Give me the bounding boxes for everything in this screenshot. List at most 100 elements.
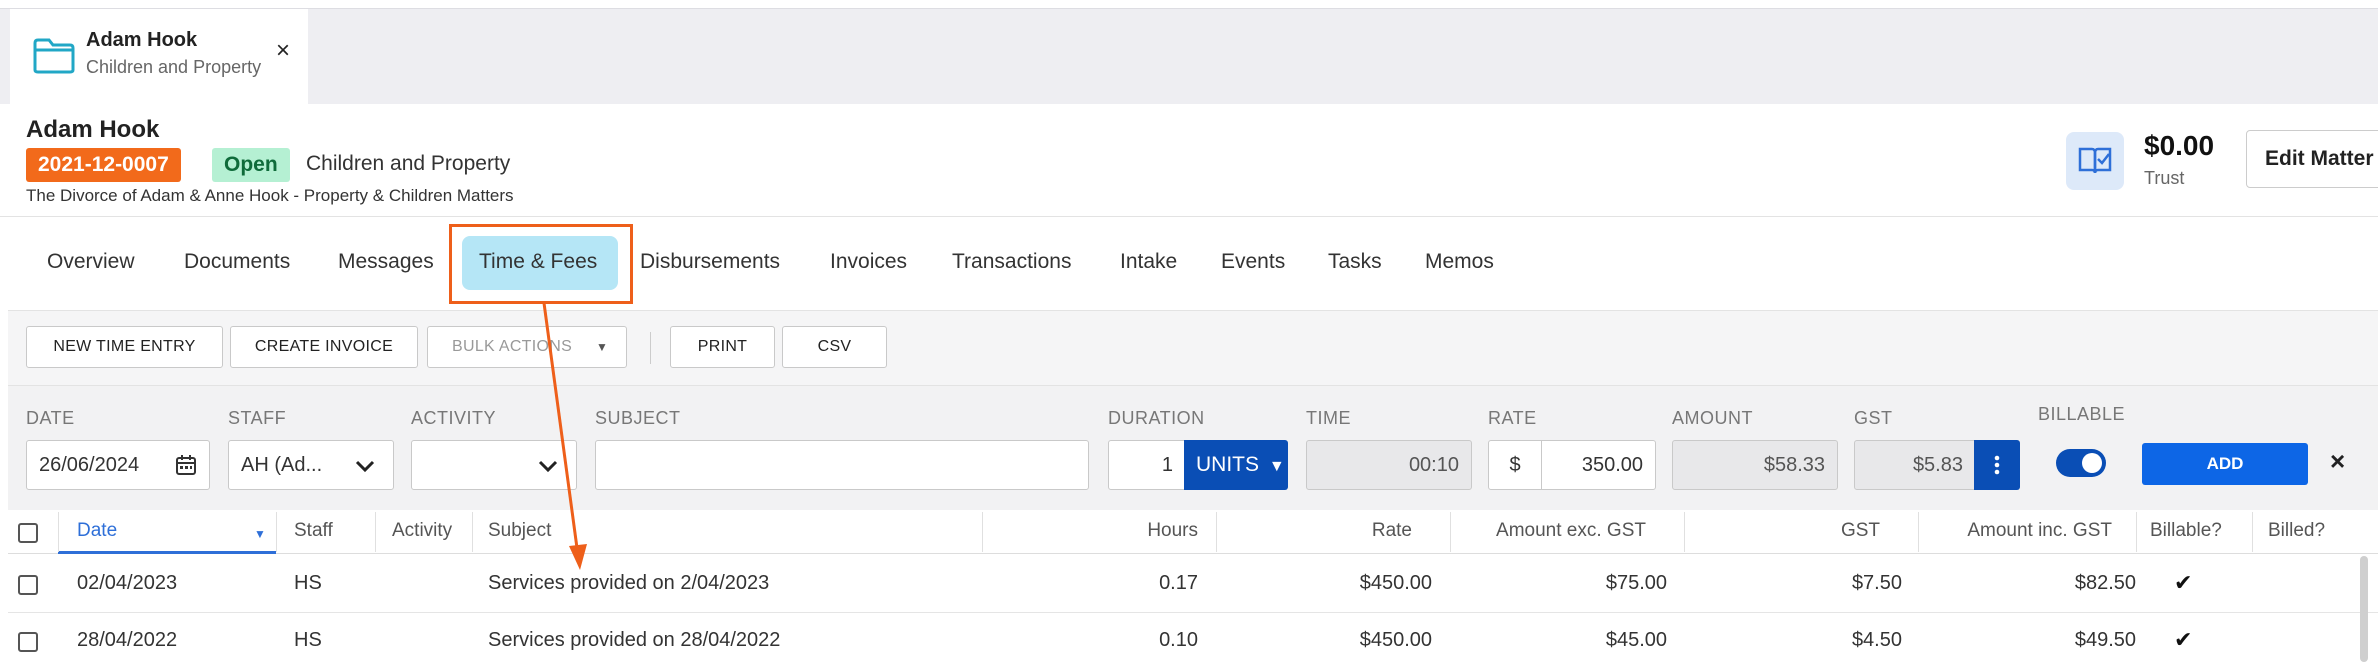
bulk-actions-button[interactable]: BULK ACTIONS ▼ bbox=[427, 326, 627, 368]
csv-button[interactable]: CSV bbox=[782, 326, 887, 368]
time-input[interactable]: 00:10 bbox=[1306, 440, 1472, 490]
row-subject: Services provided on 28/04/2022 bbox=[488, 629, 781, 651]
staff-select[interactable]: AH (Ad... bbox=[228, 440, 394, 490]
checkmark-icon: ✔ bbox=[2174, 570, 2193, 595]
header-divider bbox=[0, 216, 2378, 217]
billable-label: BILLABLE bbox=[2038, 404, 2126, 424]
gst-input: $5.83 bbox=[1854, 440, 1976, 490]
column-separator bbox=[1684, 512, 1685, 552]
caret-down-icon: ▼ bbox=[1268, 458, 1285, 475]
subject-label: SUBJECT bbox=[595, 408, 681, 428]
tab-disbursements[interactable]: Disbursements bbox=[640, 250, 780, 274]
column-separator bbox=[1216, 512, 1217, 552]
column-activity[interactable]: Activity bbox=[392, 520, 452, 542]
row-hours: 0.17 bbox=[1159, 572, 1198, 594]
row-checkbox[interactable] bbox=[18, 575, 38, 595]
close-icon[interactable]: × bbox=[276, 39, 290, 63]
column-hours[interactable]: Hours bbox=[1050, 520, 1198, 542]
row-gst: $7.50 bbox=[1851, 572, 1902, 594]
column-billed[interactable]: Billed? bbox=[2268, 520, 2325, 542]
caret-down-icon: ▼ bbox=[596, 340, 609, 354]
subject-input[interactable] bbox=[595, 440, 1089, 490]
trust-balance: $0.00 bbox=[2144, 130, 2215, 161]
tab-subtitle: Children and Property bbox=[86, 57, 262, 77]
tab-tasks[interactable]: Tasks bbox=[1328, 250, 1382, 274]
column-separator bbox=[2252, 512, 2253, 552]
edit-matter-button[interactable]: Edit Matter bbox=[2246, 130, 2378, 188]
row-hours: 0.10 bbox=[1159, 629, 1198, 651]
create-invoice-button[interactable]: CREATE INVOICE bbox=[230, 326, 418, 368]
row-amount-exc-gst: $45.00 bbox=[1605, 629, 1667, 651]
units-dropdown[interactable]: UNITS ▼ bbox=[1184, 440, 1288, 490]
status-badge: Open bbox=[212, 148, 290, 182]
column-separator bbox=[1918, 512, 1919, 552]
annotation-highlight-box bbox=[449, 224, 633, 304]
activity-select[interactable] bbox=[411, 440, 577, 490]
tab-invoices[interactable]: Invoices bbox=[830, 250, 907, 274]
tab-transactions[interactable]: Transactions bbox=[952, 250, 1071, 274]
units-label: UNITS bbox=[1196, 453, 1259, 476]
column-separator bbox=[375, 512, 376, 552]
tab-events[interactable]: Events bbox=[1221, 250, 1285, 274]
matter-description: The Divorce of Adam & Anne Hook - Proper… bbox=[26, 186, 514, 205]
column-separator bbox=[1450, 512, 1451, 552]
row-staff: HS bbox=[294, 629, 322, 651]
column-staff[interactable]: Staff bbox=[294, 520, 333, 542]
row-date: 02/04/2023 bbox=[77, 572, 178, 594]
column-rate[interactable]: Rate bbox=[1260, 520, 1412, 542]
tab-strip: Adam Hook Children and Property × bbox=[0, 8, 2378, 105]
row-staff: HS bbox=[294, 572, 322, 594]
matter-tab[interactable]: Adam Hook Children and Property × bbox=[10, 9, 308, 105]
date-input[interactable]: 26/06/2024 bbox=[26, 440, 210, 490]
staff-label: STAFF bbox=[228, 408, 287, 428]
calendar-icon[interactable] bbox=[175, 454, 197, 476]
billable-toggle[interactable] bbox=[2056, 449, 2106, 477]
column-separator bbox=[472, 512, 473, 552]
trust-button[interactable] bbox=[2066, 132, 2124, 190]
toggle-knob bbox=[2082, 453, 2102, 473]
matter-client-name: Adam Hook bbox=[26, 116, 160, 143]
row-checkbox[interactable] bbox=[18, 632, 38, 652]
row-subject: Services provided on 2/04/2023 bbox=[488, 572, 770, 594]
new-time-entry-button[interactable]: NEW TIME ENTRY bbox=[26, 326, 223, 368]
column-gst[interactable]: GST bbox=[1720, 520, 1880, 542]
column-amount-inc-gst[interactable]: Amount inc. GST bbox=[1916, 520, 2112, 542]
activity-label: ACTIVITY bbox=[411, 408, 497, 428]
column-amount-exc-gst[interactable]: Amount exc. GST bbox=[1440, 520, 1646, 542]
amount-input: $58.33 bbox=[1672, 440, 1838, 490]
column-date[interactable]: Date bbox=[77, 520, 117, 542]
row-rate: $450.00 bbox=[1359, 572, 1432, 594]
gst-options-button[interactable] bbox=[1974, 440, 2020, 490]
bulk-actions-label: BULK ACTIONS bbox=[452, 338, 573, 355]
column-billable[interactable]: Billable? bbox=[2150, 520, 2222, 542]
sort-indicator bbox=[58, 551, 276, 554]
tab-overview[interactable]: Overview bbox=[47, 250, 135, 274]
row-rate: $450.00 bbox=[1359, 629, 1432, 651]
column-subject[interactable]: Subject bbox=[488, 520, 551, 542]
sort-desc-icon: ▼ bbox=[254, 527, 266, 541]
matter-type: Children and Property bbox=[306, 152, 511, 175]
add-entry-button[interactable]: ADD bbox=[2142, 443, 2308, 485]
print-button[interactable]: PRINT bbox=[670, 326, 775, 368]
rate-input[interactable]: 350.00 bbox=[1541, 440, 1656, 490]
book-check-icon bbox=[2078, 147, 2112, 174]
table-scrollbar[interactable] bbox=[2360, 556, 2368, 662]
row-amount-inc-gst: $49.50 bbox=[2074, 629, 2136, 651]
rate-currency: $ bbox=[1488, 440, 1542, 490]
tab-memos[interactable]: Memos bbox=[1425, 250, 1494, 274]
column-separator bbox=[2136, 512, 2137, 552]
row-amount-exc-gst: $75.00 bbox=[1605, 572, 1667, 594]
column-separator bbox=[982, 512, 983, 552]
matter-page: Adam Hook Children and Property × Adam H… bbox=[0, 0, 2378, 662]
row-amount-inc-gst: $82.50 bbox=[2074, 572, 2136, 594]
chevron-down-icon bbox=[538, 460, 558, 473]
tab-documents[interactable]: Documents bbox=[184, 250, 290, 274]
gst-label: GST bbox=[1854, 408, 1893, 428]
tab-intake[interactable]: Intake bbox=[1120, 250, 1177, 274]
column-separator bbox=[276, 512, 277, 552]
date-label: DATE bbox=[26, 408, 75, 428]
tab-messages[interactable]: Messages bbox=[338, 250, 434, 274]
select-all-checkbox[interactable] bbox=[18, 523, 38, 543]
duration-input[interactable]: 1 bbox=[1108, 440, 1186, 490]
clear-form-icon[interactable]: × bbox=[2330, 448, 2345, 474]
